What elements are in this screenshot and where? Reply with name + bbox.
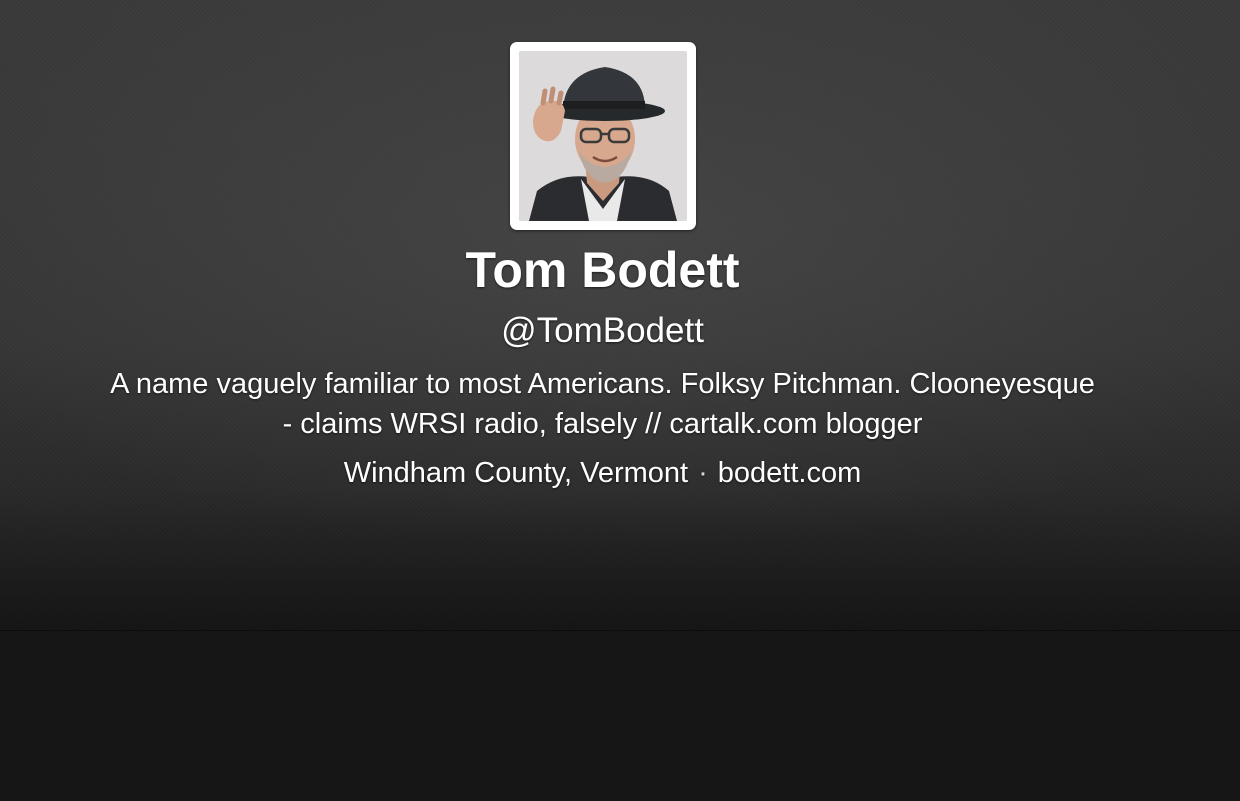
avatar[interactable]: [510, 42, 696, 230]
header-shade: [0, 490, 1240, 630]
profile-handle: @TomBodett: [501, 311, 704, 350]
profile-website-link[interactable]: bodett.com: [718, 457, 861, 489]
avatar-photo: [519, 51, 687, 221]
meta-separator: ·: [698, 457, 708, 489]
profile-bio: A name vaguely familiar to most American…: [110, 368, 1095, 440]
profile-name: Tom Bodett: [465, 242, 740, 298]
profile-meta: Windham County, Vermont · bodett.com: [0, 453, 1205, 493]
profile-location: Windham County, Vermont: [343, 457, 689, 489]
profile-lower-panel: [0, 630, 1240, 801]
profile-header: Tom Bodett @TomBodett A name vaguely fam…: [0, 0, 1240, 630]
avatar-image: [519, 51, 687, 221]
